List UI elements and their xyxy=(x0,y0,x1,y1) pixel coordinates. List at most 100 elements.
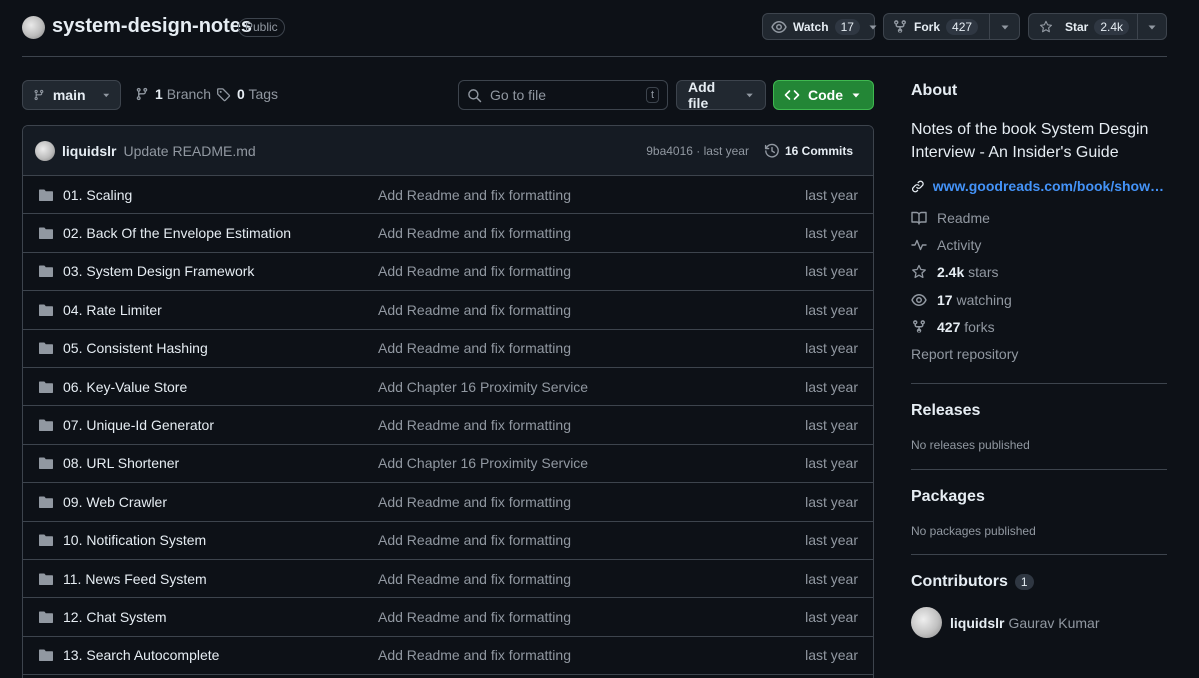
commits-history-link[interactable]: 16 Commits xyxy=(764,143,853,159)
table-row[interactable]: 02. Back Of the Envelope Estimation Add … xyxy=(23,214,873,253)
file-commit-message[interactable]: Add Readme and fix formatting xyxy=(378,609,571,625)
branches-link[interactable]: 1 Branch xyxy=(135,86,211,102)
branch-count: 1 xyxy=(155,86,163,102)
packages-title[interactable]: Packages xyxy=(911,488,985,506)
folder-icon xyxy=(39,419,53,432)
tag-icon xyxy=(217,87,231,101)
table-row[interactable]: 09. Web Crawler Add Readme and fix forma… xyxy=(23,483,873,522)
file-commit-message[interactable]: Add Chapter 16 Proximity Service xyxy=(378,379,588,395)
packages-note: No packages published xyxy=(911,524,1036,538)
table-row[interactable]: 06. Key-Value Store Add Chapter 16 Proxi… xyxy=(23,368,873,407)
file-commit-message[interactable]: Add Readme and fix formatting xyxy=(378,417,571,433)
repo-name[interactable]: system-design-notes xyxy=(52,15,252,38)
star-label: Star xyxy=(1064,19,1089,34)
contributors-title-text: Contributors xyxy=(911,573,1008,590)
table-row[interactable]: 03. System Design Framework Add Readme a… xyxy=(23,253,873,292)
triangle-down-icon xyxy=(746,93,753,98)
forks-link[interactable]: 427 forks xyxy=(911,313,1167,340)
file-name[interactable]: 12. Chat System xyxy=(63,609,167,625)
file-commit-message[interactable]: Add Readme and fix formatting xyxy=(378,340,571,356)
table-row[interactable]: 07. Unique-Id Generator Add Readme and f… xyxy=(23,406,873,445)
avatar[interactable] xyxy=(35,140,55,161)
stars-count: 2.4k xyxy=(937,264,965,281)
file-commit-message[interactable]: Add Readme and fix formatting xyxy=(378,532,571,548)
table-row[interactable]: 13. Search Autocomplete Add Readme and f… xyxy=(23,637,873,676)
search-icon xyxy=(468,88,482,102)
contributors-title[interactable]: Contributors 1 xyxy=(911,573,1034,591)
file-commit-message[interactable]: Add Chapter 16 Proximity Service xyxy=(378,455,588,471)
report-repository-link[interactable]: Report repository xyxy=(911,340,1167,367)
file-commit-message[interactable]: Add Readme and fix formatting xyxy=(378,647,571,663)
table-row[interactable]: 10. Notification System Add Readme and f… xyxy=(23,522,873,560)
file-name[interactable]: 09. Web Crawler xyxy=(63,494,167,510)
contributor-item[interactable]: liquidslr Gaurav Kumar xyxy=(911,607,1100,638)
fork-count: 427 xyxy=(946,18,979,35)
eye-icon xyxy=(771,20,787,33)
table-row[interactable]: 11. News Feed System Add Readme and fix … xyxy=(23,560,873,599)
file-name[interactable]: 05. Consistent Hashing xyxy=(63,340,208,356)
file-commit-message[interactable]: Add Readme and fix formatting xyxy=(378,225,571,241)
table-row[interactable]: 05. Consistent Hashing Add Readme and fi… xyxy=(23,330,873,368)
watching-label: watching xyxy=(956,291,1012,308)
stars-label: stars xyxy=(968,264,999,281)
fork-button[interactable]: Fork 427 xyxy=(883,13,1020,40)
file-commit-message[interactable]: Add Readme and fix formatting xyxy=(378,187,571,203)
file-commit-message[interactable]: Add Readme and fix formatting xyxy=(378,263,571,279)
file-list: 01. Scaling Add Readme and fix formattin… xyxy=(23,176,873,676)
add-file-button[interactable]: Add file xyxy=(676,79,766,111)
about-description: Notes of the book System Desgin Intervie… xyxy=(911,121,1149,161)
file-commit-date: last year xyxy=(805,532,858,549)
homepage-url: www.goodreads.com/book/show/541... xyxy=(932,178,1167,194)
branch-selector[interactable]: main xyxy=(22,80,121,110)
watch-dropdown[interactable] xyxy=(868,14,878,39)
code-button[interactable]: Code xyxy=(773,80,874,110)
file-commit-date: last year xyxy=(805,570,858,587)
contributor-login[interactable]: liquidslr xyxy=(950,615,1004,631)
activity-link[interactable]: Activity xyxy=(911,231,1167,258)
avatar[interactable] xyxy=(911,607,942,638)
file-name[interactable]: 07. Unique-Id Generator xyxy=(63,417,214,433)
repo-owner-avatar[interactable] xyxy=(22,16,45,39)
folder-icon xyxy=(39,381,53,393)
fork-dropdown[interactable] xyxy=(989,14,1019,39)
commit-message[interactable]: Update README.md xyxy=(123,143,255,159)
star-button[interactable]: Star 2.4k xyxy=(1028,13,1167,40)
table-row[interactable]: 12. Chat System Add Readme and fix forma… xyxy=(23,598,873,637)
file-name[interactable]: 06. Key-Value Store xyxy=(63,379,187,395)
folder-icon xyxy=(39,227,53,240)
go-to-file-placeholder: Go to file xyxy=(490,87,547,103)
file-name[interactable]: 02. Back Of the Envelope Estimation xyxy=(63,225,291,241)
go-to-file-input[interactable]: Go to file t xyxy=(458,80,668,110)
file-name[interactable]: 10. Notification System xyxy=(63,532,206,548)
table-row[interactable]: 01. Scaling Add Readme and fix formattin… xyxy=(23,176,873,215)
releases-title[interactable]: Releases xyxy=(911,402,980,420)
stars-link[interactable]: 2.4k stars xyxy=(911,259,1167,286)
folder-icon xyxy=(39,304,53,316)
commit-hash[interactable]: 9ba4016 · last year xyxy=(646,144,749,158)
watch-button[interactable]: Watch 17 xyxy=(762,13,878,40)
file-commit-message[interactable]: Add Readme and fix formatting xyxy=(378,302,571,318)
watchers-link[interactable]: 17 watching xyxy=(911,286,1167,313)
folder-icon xyxy=(39,611,53,623)
file-name[interactable]: 11. News Feed System xyxy=(63,571,207,587)
homepage-link[interactable]: www.goodreads.com/book/show/541... xyxy=(911,178,1167,194)
readme-link[interactable]: Readme xyxy=(911,204,1167,231)
pulse-icon xyxy=(911,239,927,251)
tags-link[interactable]: 0 Tags xyxy=(216,86,278,102)
file-name[interactable]: 08. URL Shortener xyxy=(63,455,179,471)
branch-count-label: Branch xyxy=(166,86,212,102)
file-name[interactable]: 01. Scaling xyxy=(63,187,132,203)
file-name[interactable]: 04. Rate Limiter xyxy=(63,302,162,318)
file-commit-date: last year xyxy=(805,493,858,510)
table-row[interactable]: 08. URL Shortener Add Chapter 16 Proximi… xyxy=(23,445,873,484)
file-name[interactable]: 03. System Design Framework xyxy=(63,263,254,279)
star-dropdown[interactable] xyxy=(1137,14,1166,39)
packages-title-text: Packages xyxy=(911,488,985,505)
triangle-down-icon xyxy=(102,93,109,98)
file-commit-message[interactable]: Add Readme and fix formatting xyxy=(378,494,571,510)
table-row[interactable]: 04. Rate Limiter Add Readme and fix form… xyxy=(23,291,873,330)
commit-author[interactable]: liquidslr xyxy=(62,143,116,159)
file-name[interactable]: 13. Search Autocomplete xyxy=(63,647,219,663)
file-commit-message[interactable]: Add Readme and fix formatting xyxy=(378,571,571,587)
folder-icon xyxy=(39,457,53,470)
